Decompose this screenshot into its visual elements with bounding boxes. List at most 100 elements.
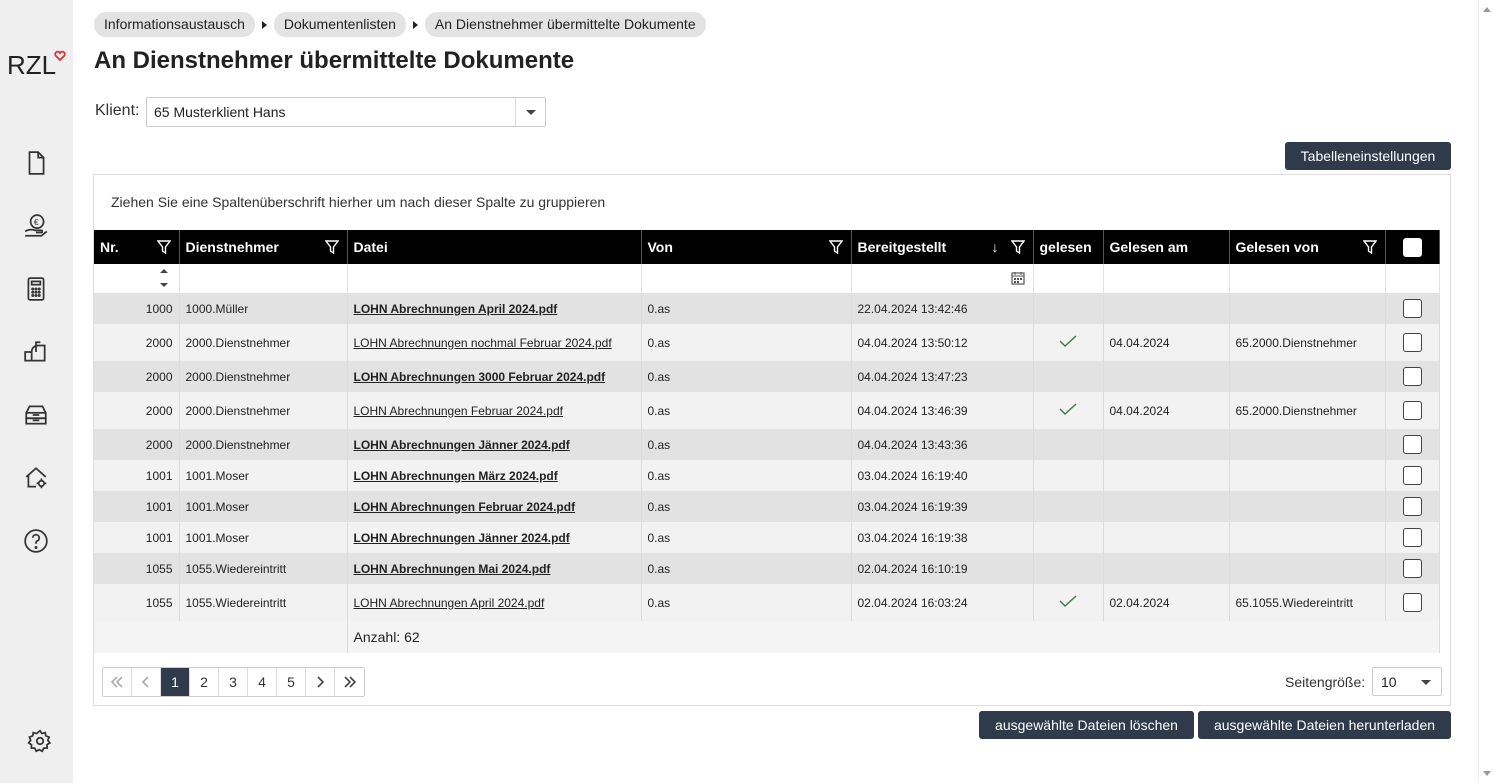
- filter-cell-nr[interactable]: [94, 264, 180, 294]
- breadcrumb-item[interactable]: Informationsaustausch: [94, 12, 255, 37]
- filter-icon[interactable]: [156, 240, 171, 254]
- home-settings-icon[interactable]: [22, 464, 50, 492]
- row-select-checkbox[interactable]: [1402, 367, 1422, 386]
- filter-icon[interactable]: [1010, 240, 1025, 254]
- file-link[interactable]: LOHN Abrechnungen April 2024.pdf: [354, 302, 558, 316]
- cell-read: [1033, 491, 1104, 522]
- chevron-down-icon[interactable]: [1411, 668, 1441, 695]
- table-settings-button[interactable]: Tabelleneinstellungen: [1285, 142, 1451, 170]
- table-row[interactable]: 1000 1000.Müller LOHN Abrechnungen April 2…: [94, 293, 1440, 324]
- spinner-arrows-icon[interactable]: [158, 267, 170, 289]
- chevron-down-icon[interactable]: [515, 98, 545, 126]
- file-link[interactable]: LOHN Abrechnungen Jänner 2024.pdf: [354, 438, 570, 452]
- last-page-button[interactable]: [335, 668, 364, 696]
- cell-provided: 04.04.2024 13:43:36: [851, 429, 1034, 460]
- rzl-logo[interactable]: RZL: [7, 50, 67, 80]
- calendar-icon[interactable]: [1010, 271, 1025, 285]
- row-select-checkbox[interactable]: [1402, 528, 1422, 547]
- column-header-read[interactable]: gelesen: [1033, 230, 1104, 264]
- row-select-checkbox[interactable]: [1402, 559, 1422, 578]
- client-select[interactable]: 65 Musterklient Hans: [146, 97, 546, 127]
- column-header-label: Datei: [353, 239, 388, 255]
- filter-cell-read-by[interactable]: [1229, 264, 1386, 294]
- filter-cell-file[interactable]: [347, 264, 642, 294]
- table-row[interactable]: 2000 2000.Dienstnehmer LOHN Abrechnungen F…: [94, 392, 1440, 429]
- row-select-checkbox[interactable]: [1402, 401, 1422, 420]
- filter-cell-read[interactable]: [1033, 264, 1104, 294]
- breadcrumb-item-current[interactable]: An Dienstnehmer übermittelte Dokumente: [424, 12, 706, 37]
- page-title: An Dienstnehmer übermittelte Dokumente: [94, 47, 575, 74]
- page-button[interactable]: 3: [219, 668, 248, 696]
- file-link[interactable]: LOHN Abrechnungen Jänner 2024.pdf: [354, 531, 570, 545]
- archive-icon[interactable]: [22, 401, 50, 429]
- filter-cell-employee[interactable]: [179, 264, 348, 294]
- next-page-button[interactable]: [306, 668, 335, 696]
- page-size-select[interactable]: 10: [1372, 667, 1442, 696]
- table-row[interactable]: 1001 1001.Moser LOHN Abrechnungen Februar …: [94, 491, 1440, 522]
- table-row[interactable]: 2000 2000.Dienstnehmer LOHN Abrechnungen J…: [94, 429, 1440, 460]
- file-link[interactable]: LOHN Abrechnungen Mai 2024.pdf: [354, 562, 551, 576]
- vertical-scrollbar[interactable]: [1478, 0, 1493, 783]
- table-row[interactable]: 1055 1055.Wiedereintritt LOHN Abrechnungen…: [94, 553, 1440, 584]
- download-selected-button[interactable]: ausgewählte Dateien herunterladen: [1198, 711, 1451, 739]
- page-button[interactable]: 4: [248, 668, 277, 696]
- column-header-read-by[interactable]: Gelesen von: [1229, 230, 1386, 264]
- first-page-button[interactable]: [103, 668, 132, 696]
- previous-page-button[interactable]: [132, 668, 161, 696]
- cell-select: [1385, 460, 1440, 491]
- column-header-employee[interactable]: Dienstnehmer: [179, 230, 348, 264]
- payroll-icon[interactable]: €: [22, 212, 50, 240]
- column-header-file[interactable]: Datei: [347, 230, 642, 264]
- client-label: Klient:: [95, 102, 140, 119]
- cell-employee: 2000.Dienstnehmer: [179, 324, 348, 361]
- filter-icon[interactable]: [324, 240, 339, 254]
- table-row[interactable]: 2000 2000.Dienstnehmer LOHN Abrechnungen n…: [94, 324, 1440, 361]
- file-link[interactable]: LOHN Abrechnungen nochmal Februar 2024.p…: [354, 336, 612, 350]
- file-link[interactable]: LOHN Abrechnungen Februar 2024.pdf: [354, 404, 563, 418]
- delete-selected-button[interactable]: ausgewählte Dateien löschen: [979, 711, 1194, 739]
- group-panel-hint[interactable]: Ziehen Sie eine Spaltenüberschrift hierh…: [111, 194, 605, 210]
- page-button[interactable]: 5: [277, 668, 306, 696]
- cell-file: LOHN Abrechnungen Februar 2024.pdf: [347, 392, 642, 429]
- row-select-checkbox[interactable]: [1402, 497, 1422, 516]
- page-button[interactable]: 1: [161, 668, 190, 696]
- mailbox-icon[interactable]: [22, 338, 50, 366]
- column-header-from[interactable]: Von: [641, 230, 852, 264]
- column-header-provided[interactable]: Bereitgestellt ↓: [851, 230, 1034, 264]
- sort-descending-icon[interactable]: ↓: [992, 239, 999, 255]
- filter-cell-provided[interactable]: [851, 264, 1034, 294]
- scroll-down-icon[interactable]: [1483, 771, 1491, 776]
- file-link[interactable]: LOHN Abrechnungen April 2024.pdf: [354, 596, 545, 610]
- filter-icon[interactable]: [828, 240, 843, 254]
- row-select-checkbox[interactable]: [1402, 593, 1422, 612]
- document-icon[interactable]: [22, 149, 50, 177]
- scroll-up-icon[interactable]: [1483, 7, 1491, 12]
- table-row[interactable]: 2000 2000.Dienstnehmer LOHN Abrechnungen 3…: [94, 361, 1440, 392]
- row-select-checkbox[interactable]: [1402, 466, 1422, 485]
- table-row[interactable]: 1001 1001.Moser LOHN Abrechnungen Jänner 2…: [94, 522, 1440, 553]
- file-link[interactable]: LOHN Abrechnungen März 2024.pdf: [354, 469, 558, 483]
- cell-provided: 03.04.2024 16:19:39: [851, 491, 1034, 522]
- pagination: 1 2 3 4 5: [102, 667, 365, 697]
- select-all-checkbox[interactable]: [1402, 237, 1422, 257]
- table-row[interactable]: 1001 1001.Moser LOHN Abrechnungen März 202…: [94, 460, 1440, 491]
- breadcrumb-item[interactable]: Dokumentenlisten: [273, 12, 406, 37]
- filter-cell-read-at[interactable]: [1103, 264, 1230, 294]
- file-link[interactable]: LOHN Abrechnungen 3000 Februar 2024.pdf: [354, 370, 606, 384]
- row-select-checkbox[interactable]: [1402, 435, 1422, 454]
- column-header-nr[interactable]: Nr.: [94, 230, 180, 264]
- cell-file: LOHN Abrechnungen 3000 Februar 2024.pdf: [347, 361, 642, 392]
- settings-icon[interactable]: [26, 727, 54, 755]
- calculator-icon[interactable]: [22, 275, 50, 303]
- table-row[interactable]: 1055 1055.Wiedereintritt LOHN Abrechnungen…: [94, 584, 1440, 621]
- cell-read: [1033, 324, 1104, 361]
- filter-cell-from[interactable]: [641, 264, 852, 294]
- column-header-read-at[interactable]: Gelesen am: [1103, 230, 1230, 264]
- row-select-checkbox[interactable]: [1402, 333, 1422, 352]
- cell-provided: 04.04.2024 13:46:39: [851, 392, 1034, 429]
- page-button[interactable]: 2: [190, 668, 219, 696]
- filter-icon[interactable]: [1362, 240, 1377, 254]
- file-link[interactable]: LOHN Abrechnungen Februar 2024.pdf: [354, 500, 576, 514]
- row-select-checkbox[interactable]: [1402, 299, 1422, 319]
- help-icon[interactable]: [22, 527, 50, 555]
